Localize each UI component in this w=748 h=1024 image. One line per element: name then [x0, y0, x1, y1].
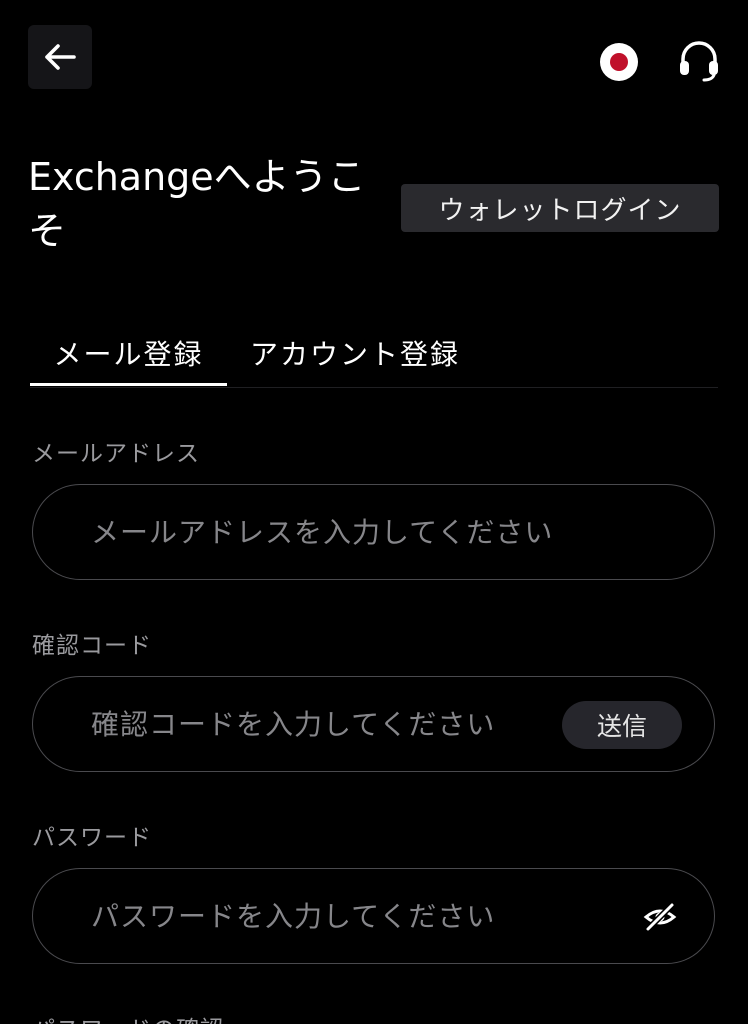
- language-button[interactable]: [598, 41, 640, 83]
- register-page: Exchangeへようこそ ウォレットログイン メール登録 アカウント登録 メー…: [0, 0, 748, 1024]
- code-input[interactable]: [91, 707, 531, 741]
- password-confirm-label: パスワードの確認: [32, 1010, 224, 1024]
- email-field[interactable]: [32, 484, 715, 580]
- wallet-login-button[interactable]: ウォレットログイン: [401, 184, 719, 232]
- japan-flag-icon: [600, 43, 638, 81]
- code-field[interactable]: 送信: [32, 676, 715, 772]
- password-visibility-toggle[interactable]: [642, 899, 678, 935]
- code-label: 確認コード: [32, 633, 152, 659]
- password-input[interactable]: [91, 899, 531, 933]
- support-button[interactable]: [674, 36, 724, 86]
- register-tabs: メール登録 アカウント登録: [30, 320, 718, 388]
- welcome-title: Exchangeへようこそ: [28, 155, 366, 253]
- tab-email-register[interactable]: メール登録: [30, 320, 227, 386]
- email-label: メールアドレス: [32, 441, 200, 467]
- tab-account-register[interactable]: アカウント登録: [250, 320, 490, 386]
- active-tab-indicator: [30, 383, 227, 386]
- password-field[interactable]: [32, 868, 715, 964]
- back-button[interactable]: [28, 25, 92, 89]
- eye-off-icon: [643, 902, 677, 932]
- arrow-left-icon: [45, 44, 76, 70]
- email-input[interactable]: [91, 515, 651, 549]
- headset-icon: [680, 41, 718, 82]
- send-code-button[interactable]: 送信: [562, 701, 682, 749]
- password-label: パスワード: [32, 825, 152, 851]
